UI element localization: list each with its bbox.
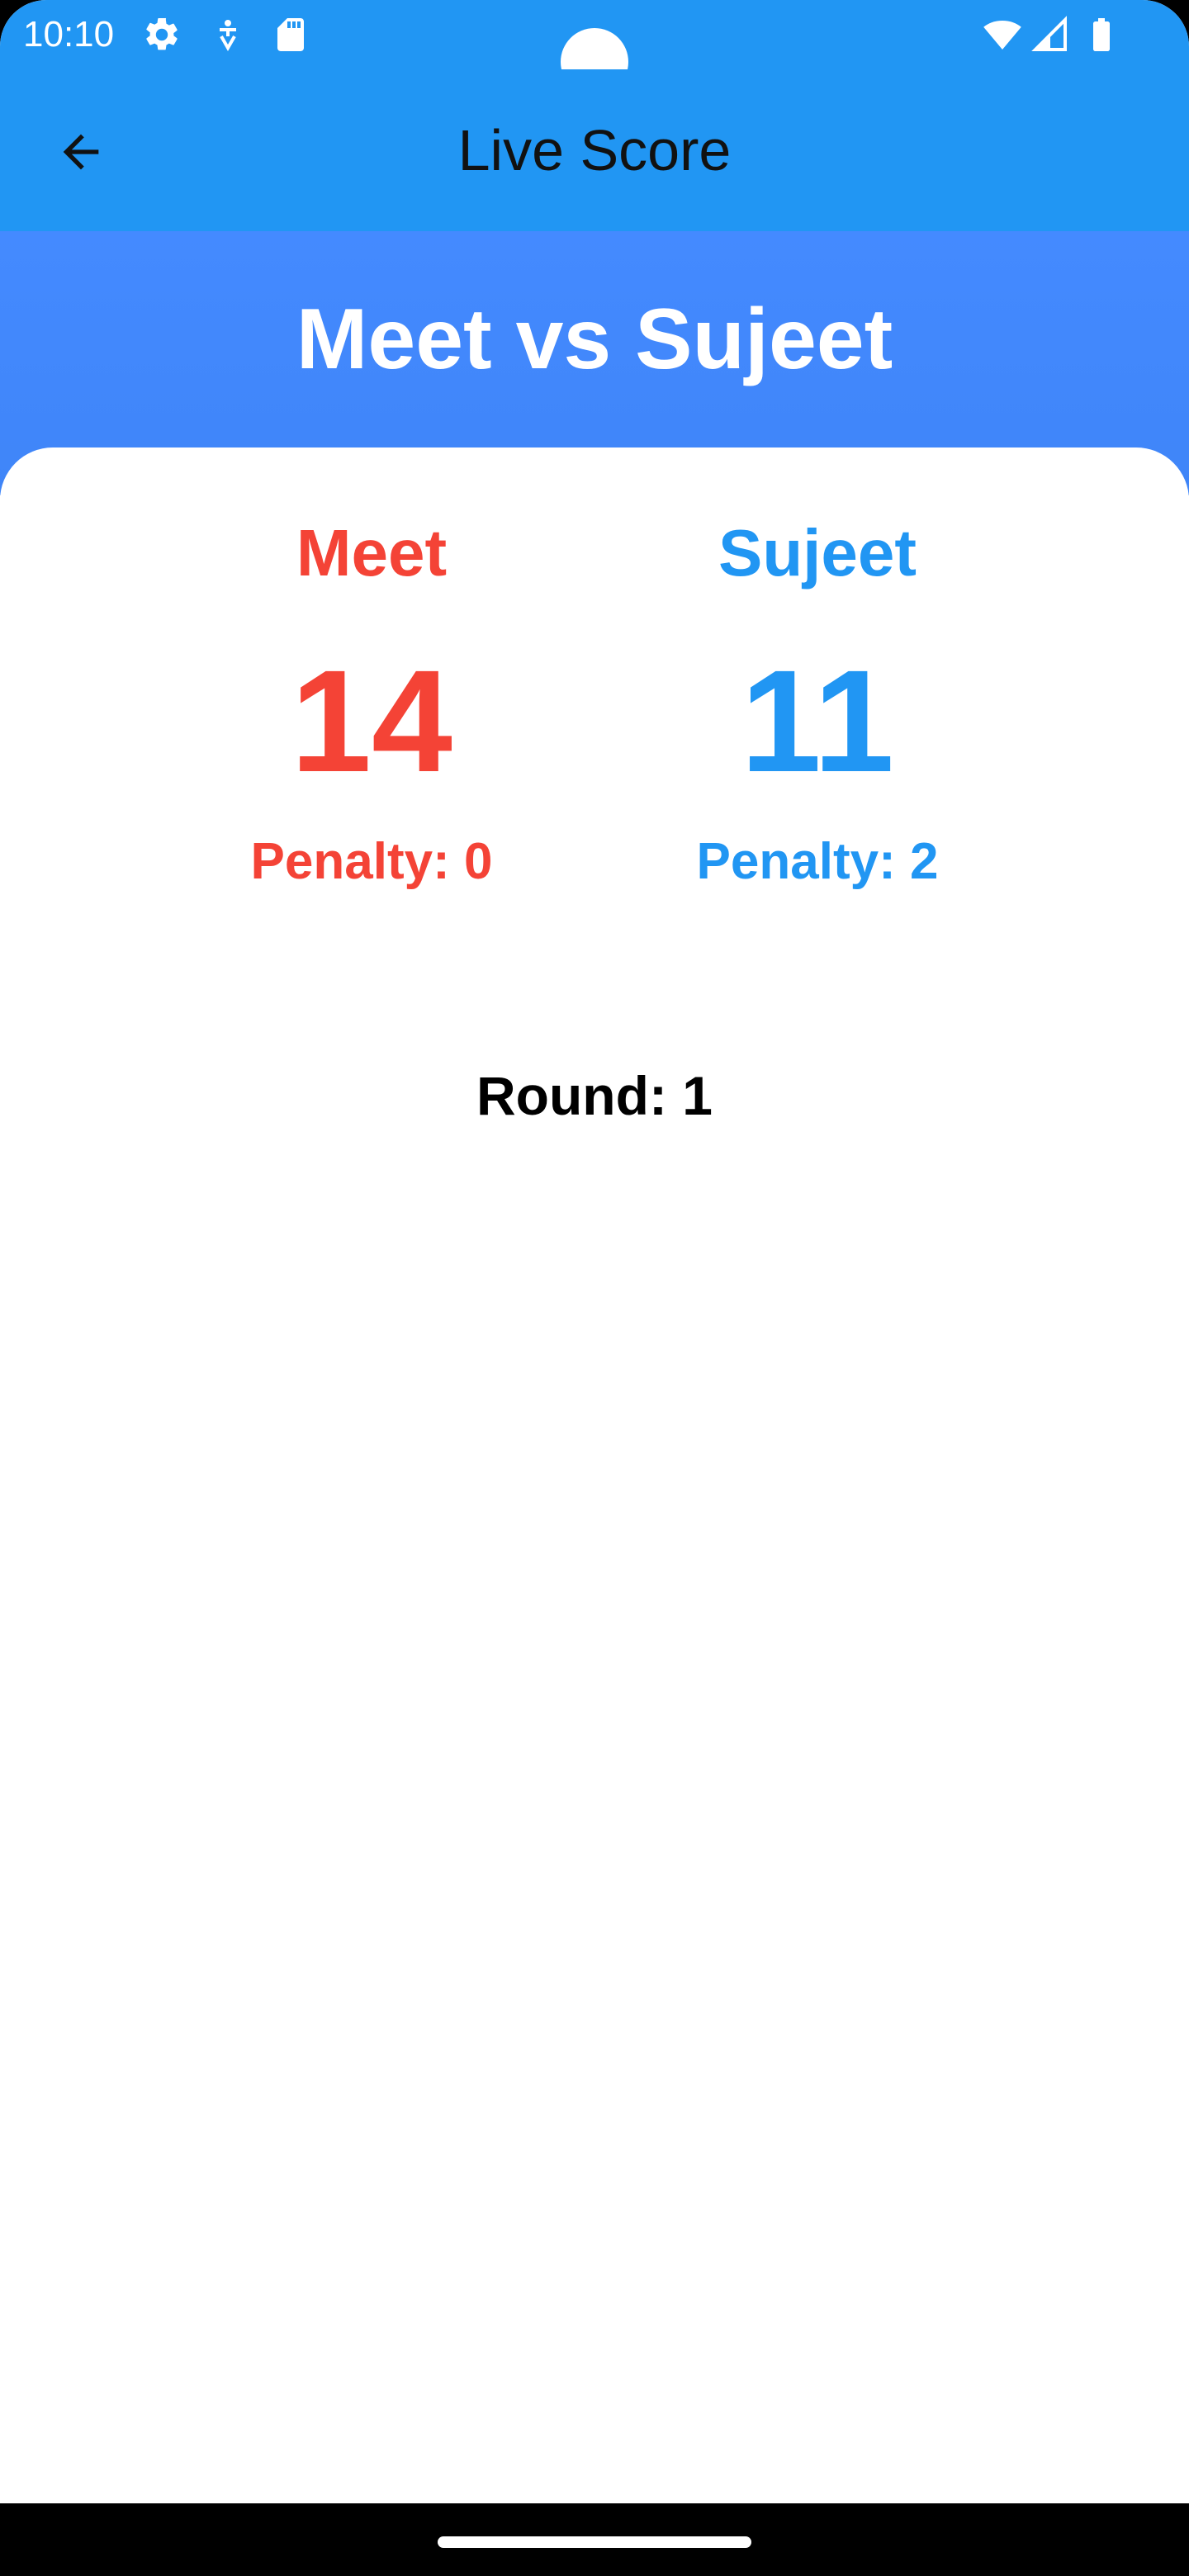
app-bar: Live Score [0,69,1189,231]
player-score: 11 [740,641,895,803]
player-penalty: Penalty: 0 [250,833,493,890]
sd-card-icon [271,15,310,54]
wifi-icon [983,15,1022,54]
page-title: Live Score [457,118,732,182]
battery-icon [1082,15,1121,54]
status-time: 10:10 [23,14,115,54]
score-card: Meet 14 Penalty: 0 Sujeet 11 Penalty: 2 … [0,447,1189,2503]
signal-icon [1030,15,1070,54]
player-penalty: Penalty: 2 [696,833,939,890]
player-score: 14 [291,641,452,803]
round-label: Round: 1 [476,1065,713,1126]
gesture-handle[interactable] [438,2536,751,2548]
accessibility-icon [208,15,248,54]
gear-icon [142,15,182,54]
navigation-bar [0,2503,1189,2576]
match-title: Meet vs Sujeet [296,291,893,387]
player-name: Sujeet [718,516,917,590]
player-name: Meet [296,516,448,590]
live-score-screen: 10:10 Live Score Meet vs Sujeet Meet 14 … [0,0,1189,2576]
